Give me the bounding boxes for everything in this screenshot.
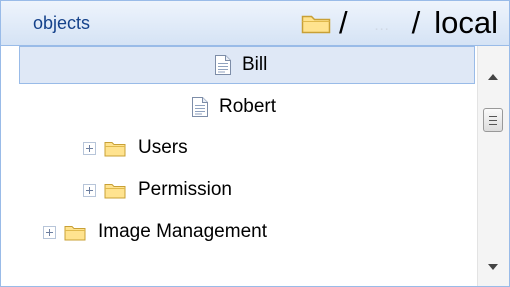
file-icon: [215, 55, 231, 75]
breadcrumb: / … / local: [301, 5, 498, 41]
tree-item-label: Permission: [138, 179, 232, 200]
folder-icon: [301, 15, 331, 34]
tree-item-label: Image Management: [98, 221, 267, 242]
folder-icon: [64, 225, 86, 240]
panel-title: objects: [33, 13, 91, 33]
expand-plus-icon[interactable]: [43, 225, 56, 239]
grip-line: [489, 124, 497, 125]
file-icon: [192, 97, 208, 117]
breadcrumb-root[interactable]: /: [339, 5, 348, 41]
grip-line: [489, 116, 497, 117]
breadcrumb-ellipsis[interactable]: …: [374, 17, 390, 35]
panel-header: objects / … / local: [1, 1, 509, 46]
breadcrumb-separator: /: [411, 5, 421, 40]
tree-item-label: Bill: [242, 54, 268, 75]
folder-icon: [104, 183, 126, 198]
grip-line: [489, 120, 497, 121]
scrollbar-thumb[interactable]: [483, 108, 503, 132]
tree-item-robert[interactable]: Robert: [1, 87, 477, 127]
tree-item-label: Users: [138, 137, 188, 158]
chevron-down-icon[interactable]: [488, 264, 498, 270]
objects-panel: objects / … / local Bill Robert Users Pe…: [0, 0, 510, 287]
expand-plus-icon[interactable]: [83, 183, 96, 197]
chevron-up-icon[interactable]: [488, 74, 498, 80]
tree-item-bill[interactable]: Bill: [19, 46, 475, 84]
tree-item-image-management[interactable]: Image Management: [1, 212, 477, 252]
object-tree: Bill Robert Users Permission Image Manag…: [1, 46, 477, 286]
expand-plus-icon[interactable]: [83, 141, 96, 155]
tree-item-users[interactable]: Users: [1, 128, 477, 168]
tree-item-label: Robert: [219, 96, 277, 117]
tree-item-permission[interactable]: Permission: [1, 170, 477, 210]
vertical-scrollbar[interactable]: [477, 46, 509, 286]
breadcrumb-segment-local[interactable]: local: [434, 5, 498, 41]
folder-icon: [104, 141, 126, 156]
